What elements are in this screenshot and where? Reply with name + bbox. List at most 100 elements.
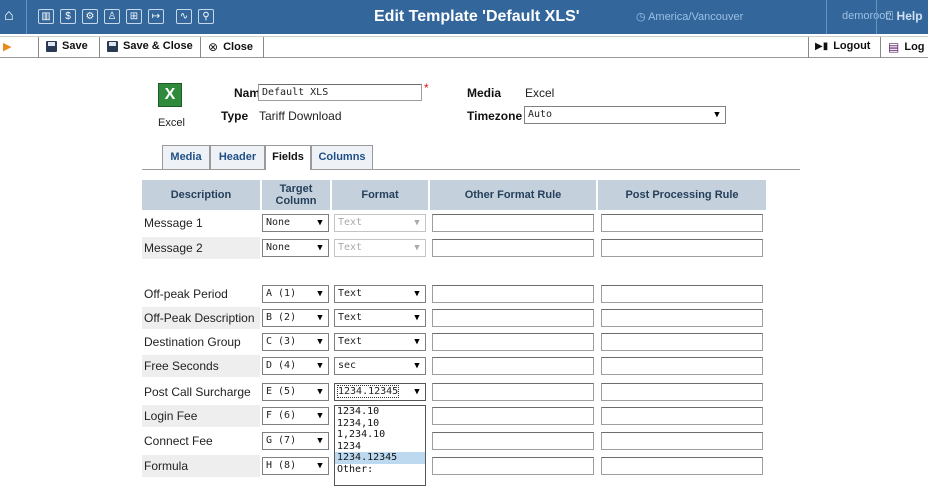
logout-button[interactable]: ▶▮ Logout — [815, 40, 870, 52]
format-dropdown-list[interactable]: 1234.10 1234,10 1,234.10 1234 1234.12345 Othe… — [334, 405, 426, 486]
media-value: Excel — [525, 86, 555, 100]
row-description: Login Fee — [142, 405, 260, 427]
divider — [99, 37, 100, 58]
target-column-select[interactable]: E (5) ▼ — [262, 383, 329, 401]
column-header-other-format: Other Format Rule — [430, 180, 596, 210]
format-select[interactable]: sec ▼ — [334, 357, 426, 375]
other-format-rule-input[interactable] — [432, 285, 594, 303]
save-close-button[interactable]: Save & Close — [107, 40, 193, 52]
post-processing-rule-input[interactable] — [601, 383, 763, 401]
divider — [26, 0, 27, 34]
format-value: 1234.12345 — [336, 385, 400, 398]
format-option[interactable]: 1234.12345 — [335, 452, 425, 464]
format-option[interactable]: 1234 — [335, 441, 425, 453]
chevron-down-icon: ▼ — [317, 361, 323, 371]
post-processing-rule-input[interactable] — [601, 457, 763, 475]
format-select[interactable]: 1234.12345 ▼ — [334, 383, 426, 401]
row-description: Free Seconds — [142, 355, 260, 377]
save-button[interactable]: Save — [46, 40, 88, 52]
dollar-icon[interactable]: $ — [60, 9, 76, 24]
column-header-format: Format — [332, 180, 428, 210]
other-format-rule-input[interactable] — [432, 432, 594, 450]
close-label: Close — [223, 41, 254, 53]
post-processing-rule-input[interactable] — [601, 407, 763, 425]
log-icon: ▤ — [888, 40, 900, 54]
format-option[interactable]: 1234.10 — [335, 406, 425, 418]
target-column-select[interactable]: B (2) ▼ — [262, 309, 329, 327]
tab-divider — [142, 169, 800, 170]
divider — [826, 0, 827, 34]
toolbar: ▶ Save Save & Close ⊗ Close ▶▮ Logout ▤ … — [0, 36, 928, 58]
search-icon[interactable]: ⚲ — [198, 9, 214, 24]
name-field[interactable]: Default XLS — [258, 84, 422, 101]
help-icon: ⍰ — [886, 9, 894, 23]
post-processing-rule-input[interactable] — [601, 432, 763, 450]
logout-icon: ▶▮ — [815, 40, 829, 52]
other-format-rule-input[interactable] — [432, 457, 594, 475]
target-column-value: B (2) — [266, 312, 297, 323]
post-processing-rule-input[interactable] — [601, 333, 763, 351]
post-processing-rule-input[interactable] — [601, 239, 763, 257]
home-icon[interactable]: ⌂ — [4, 7, 14, 25]
format-value: Text — [338, 312, 363, 323]
format-option[interactable]: Other: — [335, 464, 425, 476]
format-select[interactable]: Text ▼ — [334, 309, 426, 327]
timezone-link[interactable]: ◷ America/Vancouver — [636, 10, 743, 23]
chevron-down-icon: ▼ — [414, 243, 420, 253]
target-column-select[interactable]: None ▼ — [262, 214, 329, 232]
other-format-rule-input[interactable] — [432, 309, 594, 327]
log-label: Log — [904, 41, 925, 53]
target-column-select[interactable]: A (1) ▼ — [262, 285, 329, 303]
user-name[interactable]: demoroot — [842, 10, 888, 22]
other-format-rule-input[interactable] — [432, 333, 594, 351]
media-label: Media — [467, 86, 502, 100]
chevron-down-icon: ▼ — [317, 411, 323, 421]
other-format-rule-input[interactable] — [432, 383, 594, 401]
chevron-down-icon: ▼ — [317, 313, 323, 323]
person-icon[interactable]: ♙ — [104, 9, 120, 24]
format-option[interactable]: 1234,10 — [335, 418, 425, 430]
post-processing-rule-input[interactable] — [601, 357, 763, 375]
help-link[interactable]: ⍰ Help — [886, 9, 923, 24]
network-icon[interactable]: ⊞ — [126, 9, 142, 24]
post-processing-rule-input[interactable] — [601, 214, 763, 232]
log-button[interactable]: ▤ Log — [888, 40, 925, 54]
format-option[interactable]: 1,234.10 — [335, 429, 425, 441]
tab-columns[interactable]: Columns — [311, 145, 373, 169]
format-select[interactable]: Text ▼ — [334, 285, 426, 303]
logout-label: Logout — [833, 40, 871, 52]
tab-media[interactable]: Media — [162, 145, 210, 169]
gear-icon[interactable]: ⚙ — [82, 9, 98, 24]
target-column-select[interactable]: C (3) ▼ — [262, 333, 329, 351]
row-description: Message 2 — [142, 237, 260, 259]
target-column-select[interactable]: G (7) ▼ — [262, 432, 329, 450]
target-column-value: G (7) — [266, 435, 297, 446]
chevron-down-icon: ▼ — [414, 289, 420, 299]
post-processing-rule-input[interactable] — [601, 285, 763, 303]
timezone-select[interactable]: Auto ▼ — [524, 106, 726, 124]
chart-icon[interactable]: ∿ — [176, 9, 192, 24]
tab-fields[interactable]: Fields — [265, 145, 311, 170]
format-select: Text ▼ — [334, 214, 426, 232]
tab-header[interactable]: Header — [210, 145, 265, 169]
target-column-value: D (4) — [266, 360, 297, 371]
top-bar: ⌂ ▥ $ ⚙ ♙ ⊞ ↦ ∿ ⚲ Edit Template 'Default… — [0, 0, 928, 34]
grid-icon[interactable]: ▥ — [38, 9, 54, 24]
target-column-select[interactable]: D (4) ▼ — [262, 357, 329, 375]
format-select[interactable]: Text ▼ — [334, 333, 426, 351]
target-column-value: C (3) — [266, 336, 297, 347]
post-processing-rule-input[interactable] — [601, 309, 763, 327]
row-description: Post Call Surcharge — [144, 385, 251, 399]
target-column-select[interactable]: H (8) ▼ — [262, 457, 329, 475]
close-button[interactable]: ⊗ Close — [208, 40, 253, 54]
format-value: Text — [338, 217, 363, 228]
target-column-select[interactable]: F (6) ▼ — [262, 407, 329, 425]
format-value: Text — [338, 242, 363, 253]
other-format-rule-input[interactable] — [432, 239, 594, 257]
target-column-select[interactable]: None ▼ — [262, 239, 329, 257]
other-format-rule-input[interactable] — [432, 214, 594, 232]
other-format-rule-input[interactable] — [432, 357, 594, 375]
chevron-down-icon: ▼ — [317, 218, 323, 228]
other-format-rule-input[interactable] — [432, 407, 594, 425]
forward-icon[interactable]: ↦ — [148, 9, 164, 24]
